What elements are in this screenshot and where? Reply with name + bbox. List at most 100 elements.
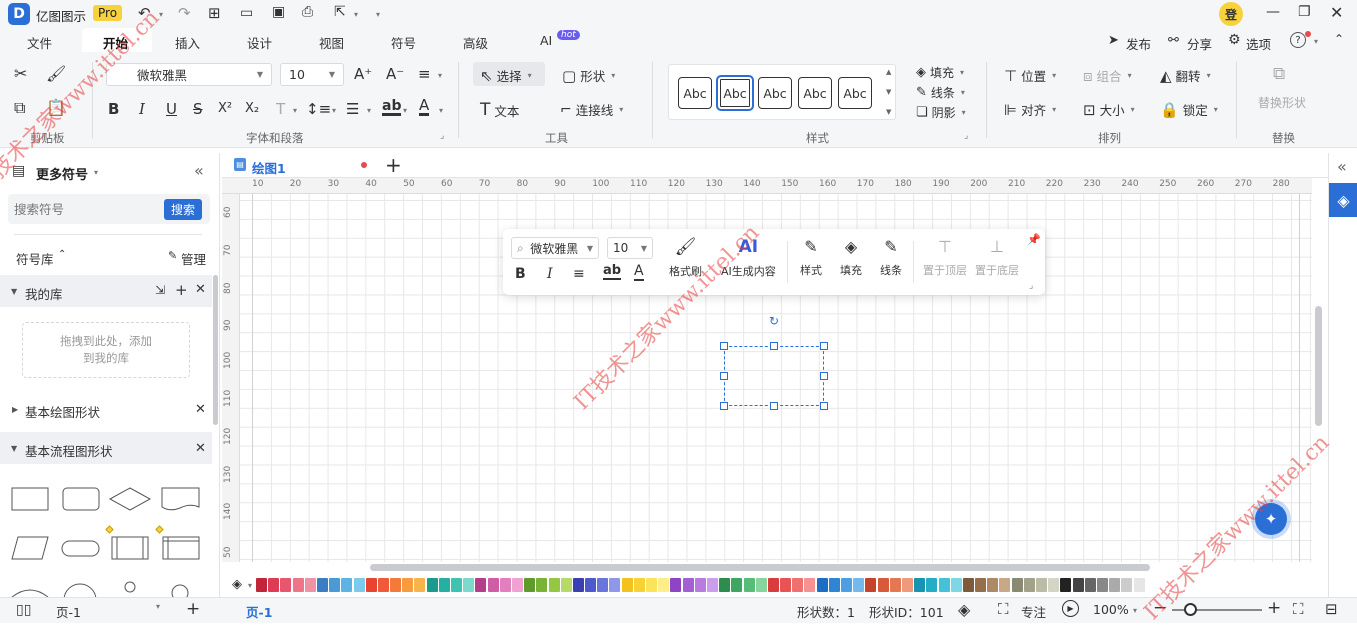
focus-icon[interactable]: ⛶ [998,600,1009,618]
color-swatch[interactable] [950,578,962,592]
style-sample-1[interactable]: Abc [678,77,712,109]
color-swatch[interactable] [975,578,987,592]
share-icon[interactable]: ⚯ [1168,33,1179,48]
layers-icon[interactable]: ◈ [958,600,970,619]
tab-design[interactable]: 设计 [247,33,272,52]
size-button[interactable]: ⊡ 大小 ▾ [1083,100,1135,119]
color-swatch[interactable] [901,578,913,592]
rotate-handle-icon[interactable]: ↻ [769,314,779,328]
color-swatch[interactable] [499,578,511,592]
color-swatch[interactable] [560,578,572,592]
paste-icon[interactable]: 📋 [46,98,66,117]
color-swatch[interactable] [329,578,341,592]
connector-button[interactable]: ⌐ 连接线 ▾ [560,100,623,119]
page-panel-icon[interactable]: ▯▯ [16,602,31,618]
color-swatch[interactable] [426,578,438,592]
text-effect-dropdown-icon[interactable]: ▾ [293,106,297,115]
add-page-icon[interactable]: + [186,599,200,619]
color-swatch[interactable] [999,578,1011,592]
color-swatch[interactable] [682,578,694,592]
float-italic-button[interactable]: I [547,266,553,282]
user-avatar[interactable]: 登 [1219,2,1243,26]
color-swatch[interactable] [755,578,767,592]
panel-title[interactable]: 更多符号 [36,164,88,183]
color-swatch[interactable] [853,578,865,592]
import-icon[interactable]: ⇲ [155,283,165,297]
group-button[interactable]: ⧈ 组合 ▾ [1083,66,1132,85]
color-swatch[interactable] [609,578,621,592]
color-swatch[interactable] [646,578,657,592]
color-swatch[interactable] [658,578,670,592]
float-font-family-select[interactable]: ⌕ 微软雅黑 ▼ [511,237,599,259]
color-swatch[interactable] [377,578,389,592]
color-swatch[interactable] [938,578,950,592]
replace-shape-button[interactable]: 替换形状 [1258,94,1306,111]
color-swatch[interactable] [1109,578,1121,592]
color-swatch[interactable] [1023,578,1035,592]
process-shape[interactable] [11,487,49,511]
style-sample-5[interactable]: Abc [838,77,872,109]
color-swatch[interactable] [390,578,402,592]
horizontal-scrollbar[interactable] [370,564,1150,571]
color-swatch[interactable] [438,578,450,592]
float-send-to-back[interactable]: ⊥ 置于底层 [975,237,1019,278]
color-swatch[interactable] [511,578,523,592]
line-spacing-icon[interactable]: ↕≡ [306,100,331,118]
pro-badge[interactable]: Pro [93,5,123,21]
color-swatch[interactable] [743,578,755,592]
color-swatch[interactable] [694,578,706,592]
new-file-icon[interactable]: ⊞ [208,4,221,22]
publish-icon[interactable]: ➤ [1108,33,1119,48]
color-swatch[interactable] [889,578,901,592]
resize-handle-w[interactable] [720,372,728,380]
style-sample-2[interactable]: Abc [716,75,754,111]
resize-handle-nw[interactable] [720,342,728,350]
minimize-icon[interactable]: — [1266,4,1280,20]
expand-triangle-icon[interactable]: ▼ [11,287,17,296]
float-bold-button[interactable]: B [515,266,526,282]
symbol-search-button[interactable]: 搜索 [164,199,203,220]
document-tab[interactable]: 绘图1 [252,158,286,177]
zoom-dropdown-icon[interactable]: ▾ [1133,606,1137,615]
manage-icon[interactable]: ✎ [168,249,177,262]
float-highlight-button[interactable]: ab [603,264,622,280]
shadow-button[interactable]: ❏ 阴影 ▾ [916,104,966,121]
color-swatch[interactable] [780,578,792,592]
color-swatch[interactable] [792,578,804,592]
color-swatch[interactable] [841,578,852,592]
align-button[interactable]: ⊫ 对齐 ▾ [1004,100,1056,119]
strikethrough-button[interactable]: S [193,100,203,118]
options-button[interactable]: 选项 [1246,34,1271,53]
decrease-font-icon[interactable]: A⁻ [386,65,404,83]
page-select[interactable]: 页-1 ▾ [56,602,160,621]
float-line[interactable]: ✎ 线条 [880,237,902,278]
shape-button[interactable]: ▢ 形状 ▾ [562,66,615,85]
select-button[interactable]: ⇖ 选择 ▾ [480,66,532,85]
color-swatch[interactable] [280,578,292,592]
zoom-level[interactable]: 100% [1093,602,1129,617]
collapse-panel-icon[interactable]: « [194,161,204,180]
gallery-scroll-up-icon[interactable]: ▲ [886,68,891,76]
color-swatch[interactable] [926,578,938,592]
float-resize-corner-icon[interactable]: ⌟ [1029,281,1033,291]
alternate-process-shape[interactable] [62,487,100,511]
gallery-scroll-down-icon[interactable]: ▼ [886,88,891,96]
color-swatch[interactable] [1072,578,1084,592]
close-icon[interactable]: ✕ [1330,3,1343,22]
tab-ai[interactable]: AI [540,33,552,48]
focus-button[interactable]: 专注 [1021,602,1046,621]
subscript-button[interactable]: X₂ [245,101,259,116]
position-button[interactable]: ⊤ 位置 ▾ [1004,66,1056,85]
text-button[interactable]: T 文本 [480,100,519,120]
color-swatch[interactable] [962,578,974,592]
tab-file[interactable]: 文件 [27,33,52,52]
export-dropdown-icon[interactable]: ▾ [354,10,358,19]
align-text-icon[interactable]: ≡ [418,65,431,83]
data-shape[interactable] [11,536,49,560]
lock-button[interactable]: 🔒 锁定 ▾ [1160,100,1218,119]
resize-handle-n[interactable] [770,342,778,350]
color-swatch[interactable] [865,578,877,592]
chevron-up-icon[interactable]: ⌃ [58,249,66,260]
format-painter-icon[interactable]: 🖌 [46,64,66,83]
publish-button[interactable]: 发布 [1126,34,1151,53]
